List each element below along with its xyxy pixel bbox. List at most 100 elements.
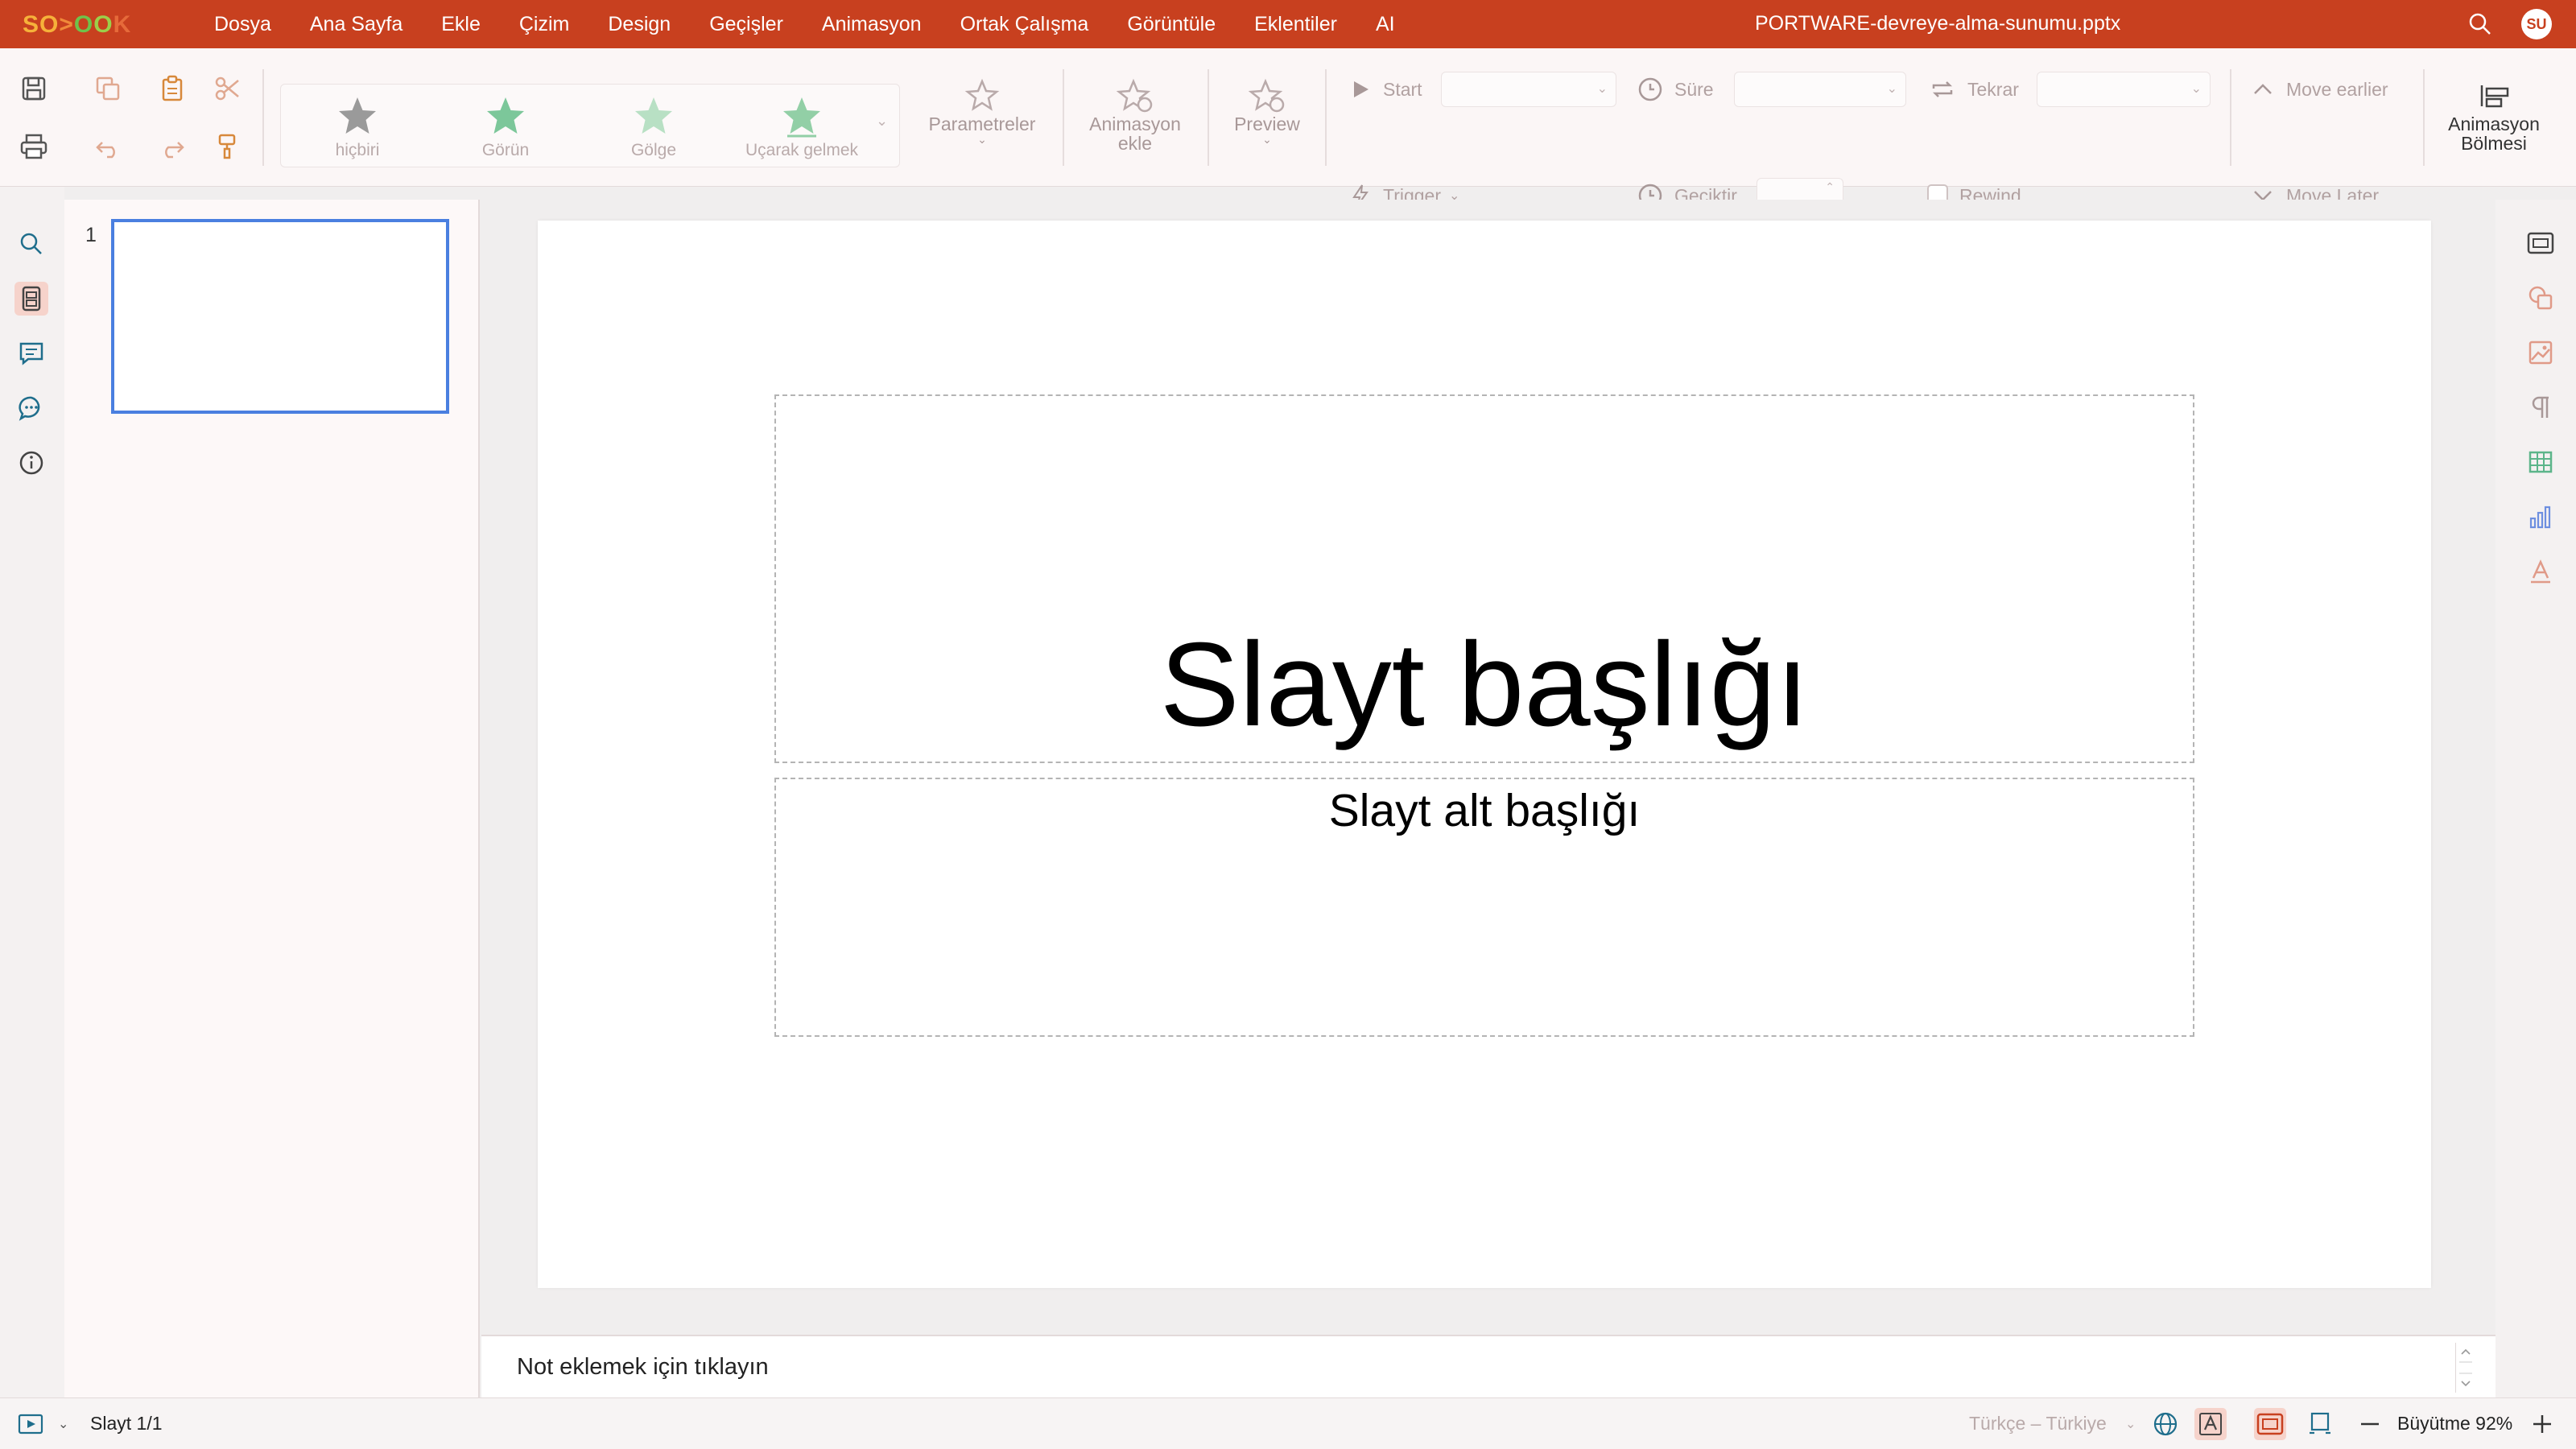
add-animation-button[interactable]: Animasyon ekle	[1071, 77, 1199, 153]
fit-slide-icon[interactable]	[2304, 1408, 2336, 1440]
normal-view-icon[interactable]	[2254, 1408, 2286, 1440]
document-title: PORTWARE-devreye-alma-sunumu.pptx	[1755, 12, 2121, 35]
title-placeholder[interactable]: Slayt başlığı	[774, 394, 2194, 763]
menu-animasyon[interactable]: Animasyon	[822, 13, 922, 36]
subtitle-placeholder[interactable]: Slayt alt başlığı	[774, 778, 2194, 1037]
zoom-level[interactable]: Büyütme 92%	[2397, 1413, 2512, 1435]
menu-ekle[interactable]: Ekle	[441, 13, 481, 36]
slide-settings-icon[interactable]	[2524, 227, 2557, 259]
duration-dropdown[interactable]: ⌄	[1734, 72, 1906, 107]
copy-icon[interactable]	[92, 72, 124, 105]
menu-cizim[interactable]: Çizim	[519, 13, 570, 36]
search-icon[interactable]	[2468, 12, 2492, 36]
undo-icon[interactable]	[92, 130, 124, 163]
slideshow-play-icon[interactable]	[16, 1408, 48, 1440]
language-selector[interactable]: Türkçe – Türkiye	[1969, 1413, 2107, 1435]
slide-counter: Slayt 1/1	[90, 1413, 163, 1434]
notes-panel[interactable]: Not eklemek için tıklayın	[481, 1335, 2496, 1397]
print-icon[interactable]	[18, 130, 50, 163]
slides-icon[interactable]	[14, 282, 48, 316]
effect-none[interactable]: hiçbiri	[289, 94, 426, 162]
move-earlier-button[interactable]: Move earlier	[2251, 72, 2388, 107]
chevron-down-icon: ⌄	[2190, 82, 2202, 96]
effect-fade[interactable]: Gölge	[585, 94, 722, 162]
redo-icon[interactable]	[156, 130, 188, 163]
chevron-down-icon: ⌄	[1262, 133, 1272, 146]
effect-label: hiçbiri	[335, 141, 380, 159]
star-add-icon	[1117, 78, 1153, 113]
start-label: Start	[1383, 78, 1422, 100]
zoom-in-icon[interactable]	[2526, 1408, 2558, 1440]
menu-ana-sayfa[interactable]: Ana Sayfa	[310, 13, 402, 36]
start-dropdown[interactable]: ⌄	[1441, 72, 1616, 107]
thumbnail-number: 1	[85, 224, 97, 246]
chevron-down-icon[interactable]: ⌄	[58, 1416, 68, 1432]
info-icon[interactable]	[14, 446, 48, 480]
duration-label: Süre	[1674, 78, 1714, 100]
user-avatar[interactable]: SU	[2521, 9, 2552, 39]
menu-dosya[interactable]: Dosya	[214, 13, 271, 36]
preview-label: Preview	[1234, 114, 1300, 134]
slide-thumbnail[interactable]	[111, 219, 449, 414]
status-bar: ⌄ Slayt 1/1 Türkçe – Türkiye ⌄ Büyütme 9…	[0, 1397, 2576, 1449]
ribbon-divider	[262, 69, 264, 166]
animation-pane-label-2: Bölmesi	[2461, 133, 2527, 154]
chevron-up-icon: ⌃	[1825, 180, 1835, 193]
comments-icon[interactable]	[14, 336, 48, 370]
text-art-settings-icon[interactable]	[2524, 555, 2557, 588]
chat-icon[interactable]	[14, 391, 48, 425]
preview-button[interactable]: Preview ⌄	[1217, 77, 1317, 145]
chart-settings-icon[interactable]	[2524, 501, 2557, 533]
chevron-down-icon[interactable]: ⌄	[876, 113, 888, 130]
image-settings-icon[interactable]	[2524, 336, 2557, 369]
cut-icon[interactable]	[211, 72, 243, 105]
right-settings-rail	[2496, 200, 2576, 1397]
effect-label: Gölge	[630, 141, 677, 159]
duration-control: Süre	[1637, 72, 1714, 107]
animation-effects-gallery: hiçbiri Görün Gölge Uçarak gelmek	[280, 84, 900, 167]
globe-icon[interactable]	[2149, 1408, 2182, 1440]
notes-placeholder[interactable]: Not eklemek için tıklayın	[517, 1354, 769, 1381]
shape-settings-icon[interactable]	[2524, 282, 2557, 314]
format-painter-icon[interactable]	[211, 130, 243, 163]
play-icon	[1354, 81, 1368, 97]
star-faded-icon	[635, 97, 672, 134]
ribbon-divider	[1063, 69, 1064, 166]
ribbon-divider	[1208, 69, 1209, 166]
parameters-label: Parametreler	[928, 114, 1036, 134]
spellcheck-icon[interactable]	[2194, 1408, 2227, 1440]
paste-icon[interactable]	[156, 72, 188, 105]
repeat-control: Tekrar	[1929, 72, 2019, 107]
repeat-dropdown[interactable]: ⌄	[2037, 72, 2211, 107]
star-fly-icon	[783, 97, 820, 138]
effect-appear[interactable]: Görün	[437, 94, 574, 162]
star-green-icon	[487, 97, 524, 134]
zoom-out-icon[interactable]	[2354, 1408, 2386, 1440]
menu-design[interactable]: Design	[608, 13, 671, 36]
notes-scrollbar[interactable]	[2455, 1343, 2475, 1393]
clock-icon	[1638, 77, 1662, 101]
search-icon[interactable]	[14, 227, 48, 261]
parameters-button[interactable]: Parametreler ⌄	[918, 77, 1046, 145]
save-icon[interactable]	[18, 72, 50, 105]
left-toolbar	[0, 187, 64, 1397]
menu-goruntule[interactable]: Görüntüle	[1127, 13, 1216, 36]
move-earlier-label: Move earlier	[2286, 78, 2388, 100]
main-menu: Dosya Ana Sayfa Ekle Çizim Design Geçişl…	[214, 0, 1434, 48]
title-bar: SO>OOK Dosya Ana Sayfa Ekle Çizim Design…	[0, 0, 2576, 48]
menu-eklentiler[interactable]: Eklentiler	[1254, 13, 1337, 36]
menu-gecisler[interactable]: Geçişler	[709, 13, 783, 36]
animation-pane-icon	[2480, 85, 2509, 108]
paragraph-settings-icon[interactable]	[2524, 391, 2557, 423]
menu-ortak-calisma[interactable]: Ortak Çalışma	[960, 13, 1089, 36]
add-animation-label-2: ekle	[1117, 133, 1153, 154]
star-gray-icon	[339, 97, 376, 134]
menu-ai[interactable]: AI	[1376, 13, 1395, 36]
chevron-down-icon: ⌄	[1596, 82, 1608, 96]
table-settings-icon[interactable]	[2524, 446, 2557, 478]
animation-ribbon: hiçbiri Görün Gölge Uçarak gelmek ⌄ Para…	[0, 48, 2576, 213]
slide[interactable]: Slayt başlığı Slayt alt başlığı	[538, 221, 2431, 1288]
chevron-down-icon: ⌄	[1886, 82, 1897, 96]
animation-pane-button[interactable]: Animasyon Bölmesi	[2429, 77, 2558, 153]
effect-fly-in[interactable]: Uçarak gelmek	[733, 94, 870, 162]
